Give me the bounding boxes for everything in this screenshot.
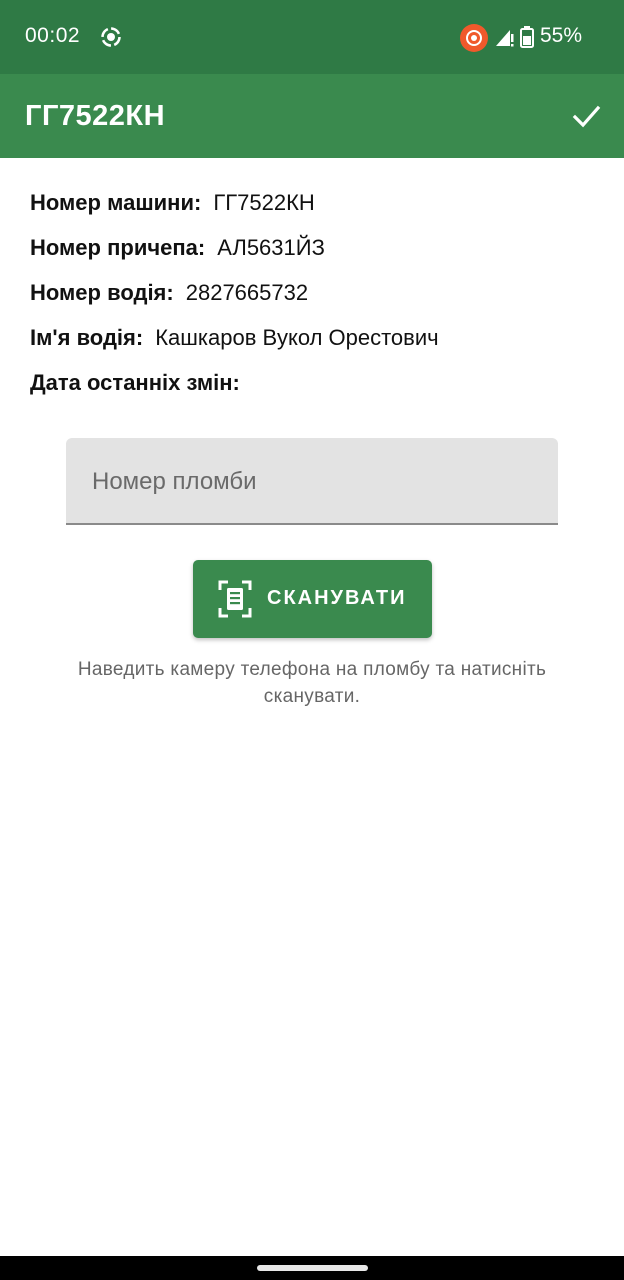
driver-number-label: Номер водія: bbox=[30, 280, 174, 305]
driver-number-value: 2827665732 bbox=[185, 280, 309, 305]
page-title: ГГ7522КН bbox=[25, 100, 166, 132]
car-number-row: Номер машини: ГГ7522КН bbox=[30, 190, 439, 235]
screen-record-icon bbox=[101, 27, 121, 47]
driver-name-value: Кашкаров Вукол Орестович bbox=[155, 325, 439, 350]
navigation-bar bbox=[0, 1256, 624, 1280]
last-change-date-label: Дата останніх змін: bbox=[30, 370, 240, 395]
home-gesture-handle[interactable] bbox=[257, 1265, 368, 1271]
check-icon[interactable] bbox=[566, 96, 606, 136]
status-time: 00:02 bbox=[25, 24, 81, 47]
trailer-number-value: АЛ5631ЙЗ bbox=[217, 235, 325, 260]
battery-percent: 55% bbox=[540, 24, 583, 47]
document-scanner-icon bbox=[218, 580, 252, 618]
trailer-number-label: Номер причепа: bbox=[30, 235, 206, 260]
scan-button[interactable]: СКАНУВАТИ bbox=[193, 560, 432, 638]
driver-number-row: Номер водія: 2827665732 bbox=[30, 280, 439, 325]
trailer-number-row: Номер причепа: АЛ5631ЙЗ bbox=[30, 235, 439, 280]
last-change-date-row: Дата останніх змін: bbox=[30, 370, 439, 415]
car-number-label: Номер машини: bbox=[30, 190, 202, 215]
app-bar: ГГ7522КН bbox=[0, 74, 624, 158]
status-bar: 00:02 55% bbox=[0, 0, 624, 74]
seal-number-input[interactable] bbox=[90, 438, 534, 525]
vehicle-info: Номер машини: ГГ7522КН Номер причепа: АЛ56… bbox=[30, 190, 439, 415]
battery-icon bbox=[520, 26, 534, 48]
signal-icon bbox=[496, 30, 514, 47]
seal-number-field[interactable] bbox=[66, 438, 558, 525]
driver-name-row: Ім'я водія: Кашкаров Вукол Орестович bbox=[30, 325, 439, 370]
scan-button-label: СКАНУВАТИ bbox=[267, 587, 407, 609]
scan-hint-text: Наведить камеру телефона на пломбу та на… bbox=[77, 659, 547, 707]
car-number-value: ГГ7522КН bbox=[213, 190, 315, 215]
driver-name-label: Ім'я водія: bbox=[30, 325, 144, 350]
cast-icon bbox=[460, 24, 488, 52]
